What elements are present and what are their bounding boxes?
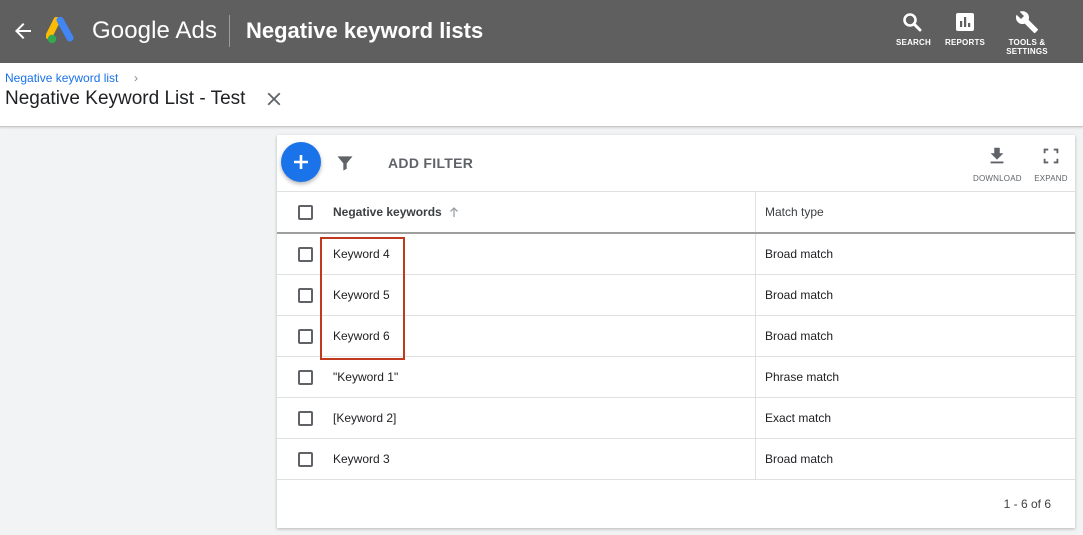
column-header-label: Negative keywords (333, 205, 442, 219)
row-checkbox[interactable] (298, 370, 313, 385)
keyword-cell: [Keyword 2] (333, 411, 397, 425)
close-icon[interactable] (263, 88, 285, 110)
sort-ascending-icon[interactable] (448, 206, 460, 218)
reports-icon (956, 13, 974, 31)
match-type-cell: Broad match (755, 275, 1075, 315)
search-icon (903, 13, 922, 32)
column-header-match-type[interactable]: Match type (755, 192, 1075, 232)
row-checkbox[interactable] (298, 411, 313, 426)
tools-label-line2: SETTINGS (1006, 47, 1048, 56)
download-icon (990, 147, 1004, 164)
match-type-cell: Broad match (755, 234, 1075, 274)
back-arrow-icon[interactable] (11, 19, 35, 43)
top-app-bar: Google Ads Negative keyword lists SEARCH… (0, 0, 1083, 63)
breadcrumb-separator: › (134, 71, 138, 85)
table-row[interactable]: "Keyword 1" Phrase match (277, 357, 1075, 398)
keyword-cell: Keyword 4 (333, 247, 390, 261)
table-row[interactable]: [Keyword 2] Exact match (277, 398, 1075, 439)
keyword-cell: Keyword 3 (333, 452, 390, 466)
wrench-icon (1015, 11, 1038, 33)
column-header-negative-keywords[interactable]: Negative keywords (333, 192, 753, 232)
match-type-cell: Broad match (755, 316, 1075, 356)
reports-tool-button[interactable]: REPORTS (945, 10, 985, 47)
keyword-cell: "Keyword 1" (333, 370, 399, 384)
reports-tool-label: REPORTS (945, 38, 986, 47)
page-title: Negative keyword lists (246, 18, 484, 43)
list-header: Negative keyword list › Negative Keyword… (0, 63, 1083, 127)
brand-name: Google Ads (92, 17, 218, 44)
keyword-cell: Keyword 5 (333, 288, 390, 302)
add-filter-button[interactable]: ADD FILTER (388, 155, 473, 171)
table-row[interactable]: Keyword 3 Broad match (277, 439, 1075, 480)
search-tool-button[interactable]: SEARCH (896, 10, 931, 47)
table-header-row: Negative keywords Match type (277, 192, 1075, 234)
expand-label: EXPAND (1034, 174, 1068, 183)
select-all-checkbox[interactable] (298, 205, 313, 220)
table-row[interactable]: Keyword 4 Broad match (277, 234, 1075, 275)
row-checkbox[interactable] (298, 452, 313, 467)
pagination-text: 1 - 6 of 6 (1003, 497, 1051, 511)
filter-icon[interactable] (335, 153, 355, 173)
fullscreen-icon (1043, 148, 1059, 164)
keywords-table-card: ADD FILTER DOWNLOAD EXPAND Negative keyw… (277, 135, 1075, 528)
header-divider (229, 15, 230, 47)
expand-button[interactable]: EXPAND (1033, 145, 1069, 183)
row-checkbox[interactable] (298, 288, 313, 303)
search-tool-label: SEARCH (896, 38, 931, 47)
download-label: DOWNLOAD (973, 174, 1022, 183)
tools-settings-button[interactable]: TOOLS & SETTINGS (1003, 10, 1051, 56)
match-type-cell: Phrase match (755, 357, 1075, 397)
table-row[interactable]: Keyword 6 Broad match (277, 316, 1075, 357)
breadcrumb-link[interactable]: Negative keyword list (5, 71, 118, 85)
table-row[interactable]: Keyword 5 Broad match (277, 275, 1075, 316)
match-type-cell: Exact match (755, 398, 1075, 438)
google-ads-logo-icon (46, 17, 74, 44)
plus-icon (294, 155, 308, 169)
match-type-cell: Broad match (755, 439, 1075, 479)
tools-label-line1: TOOLS & (1008, 38, 1046, 47)
list-title: Negative Keyword List - Test (5, 88, 246, 109)
row-checkbox[interactable] (298, 329, 313, 344)
keywords-table: Negative keywords Match type Keyword 4 B… (277, 192, 1075, 480)
add-keyword-button[interactable] (281, 142, 321, 182)
tools-settings-label: TOOLS & SETTINGS (1003, 38, 1051, 56)
keyword-cell: Keyword 6 (333, 329, 390, 343)
table-toolbar: ADD FILTER DOWNLOAD EXPAND (277, 135, 1075, 192)
download-button[interactable]: DOWNLOAD (973, 145, 1022, 183)
row-checkbox[interactable] (298, 247, 313, 262)
